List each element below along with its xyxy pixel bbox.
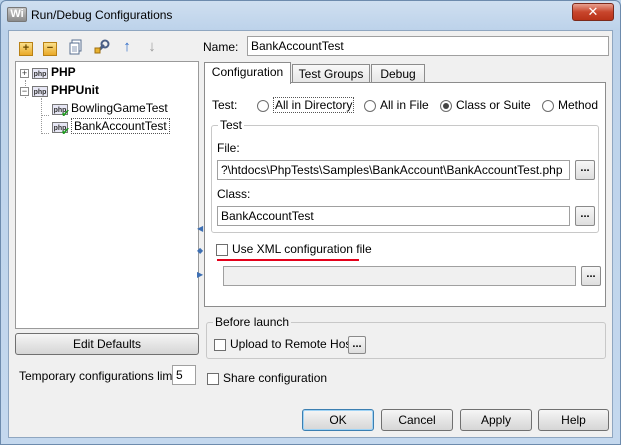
collapse-icon[interactable]: −	[20, 86, 29, 96]
help-button[interactable]: Help	[538, 409, 609, 431]
remove-icon: −	[43, 42, 57, 56]
test-scope-label: Test:	[212, 98, 238, 112]
tab-debug[interactable]: Debug	[371, 64, 425, 84]
remove-configuration-button[interactable]: −	[41, 39, 59, 57]
temp-limit-label: Temporary configurations limit:	[19, 369, 182, 383]
edit-defaults-button[interactable]: Edit Defaults	[15, 333, 199, 355]
splitter-diamond-icon[interactable]: ◆	[197, 246, 203, 255]
name-input[interactable]: BankAccountTest	[247, 36, 609, 56]
php-test-icon: php ✔	[52, 103, 70, 119]
upload-to-remote-host-checkbox[interactable]: Upload to Remote Host	[214, 337, 355, 351]
radio-button[interactable]	[364, 99, 376, 112]
radio-label: Class or Suite	[456, 98, 531, 112]
window-title: Run/Debug Configurations	[31, 8, 173, 22]
php-test-icon: php ✔	[52, 121, 70, 137]
tree-item-label: PHP	[51, 65, 76, 79]
tree-item-bankaccounttest[interactable]: php ✔ BankAccountTest	[52, 117, 170, 137]
upload-settings-button[interactable]: ...	[348, 336, 366, 354]
radio-button[interactable]	[440, 99, 452, 112]
checkbox[interactable]	[207, 372, 219, 385]
tree-guide-line	[41, 115, 49, 116]
radio-button[interactable]	[257, 99, 269, 112]
radio-all-in-directory[interactable]: All in Directory	[257, 97, 355, 113]
cancel-button[interactable]: Cancel	[381, 409, 453, 431]
use-xml-config-checkbox[interactable]: Use XML configuration file	[216, 242, 372, 256]
name-label: Name:	[203, 40, 239, 54]
tree-item-php[interactable]: + php PHP	[20, 63, 76, 81]
radio-method[interactable]: Method	[542, 98, 598, 112]
tab-test-groups[interactable]: Test Groups	[292, 64, 370, 84]
configuration-tree[interactable]: + php PHP − php PHPUnit php ✔ BowlingGameTest …	[15, 61, 199, 329]
radio-button[interactable]	[542, 99, 554, 112]
tree-guide-line	[41, 133, 49, 134]
tree-guide-line	[41, 98, 42, 134]
file-path-input[interactable]: ?\htdocs\PhpTests\Samples\BankAccount\Ba…	[217, 160, 570, 180]
edit-defaults-toolbar-button[interactable]	[93, 39, 111, 57]
move-up-button[interactable]: ↑	[118, 39, 136, 57]
app-icon: Wi	[7, 7, 27, 22]
title-bar[interactable]: Wi Run/Debug Configurations ✕	[1, 1, 620, 29]
radio-all-in-file[interactable]: All in File	[364, 98, 429, 112]
tree-item-label: BowlingGameTest	[71, 101, 168, 115]
add-configuration-button[interactable]: +	[17, 39, 35, 57]
annotation-underline	[217, 259, 359, 261]
tree-item-phpunit[interactable]: − php PHPUnit	[20, 81, 99, 99]
copy-icon	[69, 39, 82, 55]
class-browse-button[interactable]: ...	[575, 206, 595, 226]
php-icon: php	[32, 67, 48, 79]
apply-button[interactable]: Apply	[460, 409, 532, 431]
radio-class-or-suite[interactable]: Class or Suite	[440, 98, 531, 112]
tree-item-label: BankAccountTest	[71, 118, 170, 134]
close-button[interactable]: ✕	[572, 3, 614, 21]
class-input[interactable]: BankAccountTest	[217, 206, 570, 226]
checkbox[interactable]	[216, 243, 228, 256]
add-icon: +	[19, 42, 33, 56]
tree-item-bowlinggametest[interactable]: php ✔ BowlingGameTest	[52, 99, 168, 119]
tab-configuration[interactable]: Configuration	[204, 62, 291, 84]
dialog-body: + − ↑ ↓ + php PHP − php PHPUnit php ✔ Bo…	[8, 30, 613, 438]
tree-item-label: PHPUnit	[51, 83, 99, 97]
run-debug-configurations-dialog: Wi Run/Debug Configurations ✕ + − ↑ ↓ + …	[0, 0, 621, 445]
arrow-down-icon: ↓	[148, 38, 156, 55]
before-launch-title: Before launch	[213, 315, 292, 329]
xml-config-browse-button[interactable]: ...	[581, 266, 601, 286]
ok-button[interactable]: OK	[302, 409, 374, 431]
checkbox[interactable]	[214, 338, 226, 351]
file-browse-button[interactable]: ...	[575, 160, 595, 180]
file-label: File:	[217, 141, 240, 155]
test-groupbox-title: Test	[218, 118, 245, 132]
arrow-up-icon: ↑	[123, 38, 131, 55]
configuration-tab-panel: Test: All in Directory All in File Class…	[204, 82, 606, 307]
xml-config-path-input	[223, 266, 576, 286]
radio-label: Method	[558, 98, 599, 112]
radio-label: All in File	[380, 98, 429, 112]
share-configuration-label: Share configuration	[223, 371, 328, 385]
upload-to-remote-host-label: Upload to Remote Host	[230, 337, 355, 351]
wrench-icon	[94, 39, 110, 54]
check-icon: ✔	[61, 125, 71, 138]
splitter-left-arrow-icon[interactable]: ◀	[197, 224, 203, 233]
expand-icon[interactable]: +	[20, 68, 29, 78]
share-configuration-checkbox[interactable]: Share configuration	[207, 371, 327, 385]
radio-label: All in Directory	[273, 97, 355, 113]
move-down-button: ↓	[143, 39, 161, 57]
copy-configuration-button[interactable]	[67, 39, 85, 57]
use-xml-config-label: Use XML configuration file	[232, 242, 372, 256]
splitter-right-arrow-icon[interactable]: ▶	[197, 270, 203, 279]
php-icon: php	[32, 85, 48, 97]
temp-limit-input[interactable]: 5	[172, 365, 196, 385]
class-label: Class:	[217, 187, 251, 201]
